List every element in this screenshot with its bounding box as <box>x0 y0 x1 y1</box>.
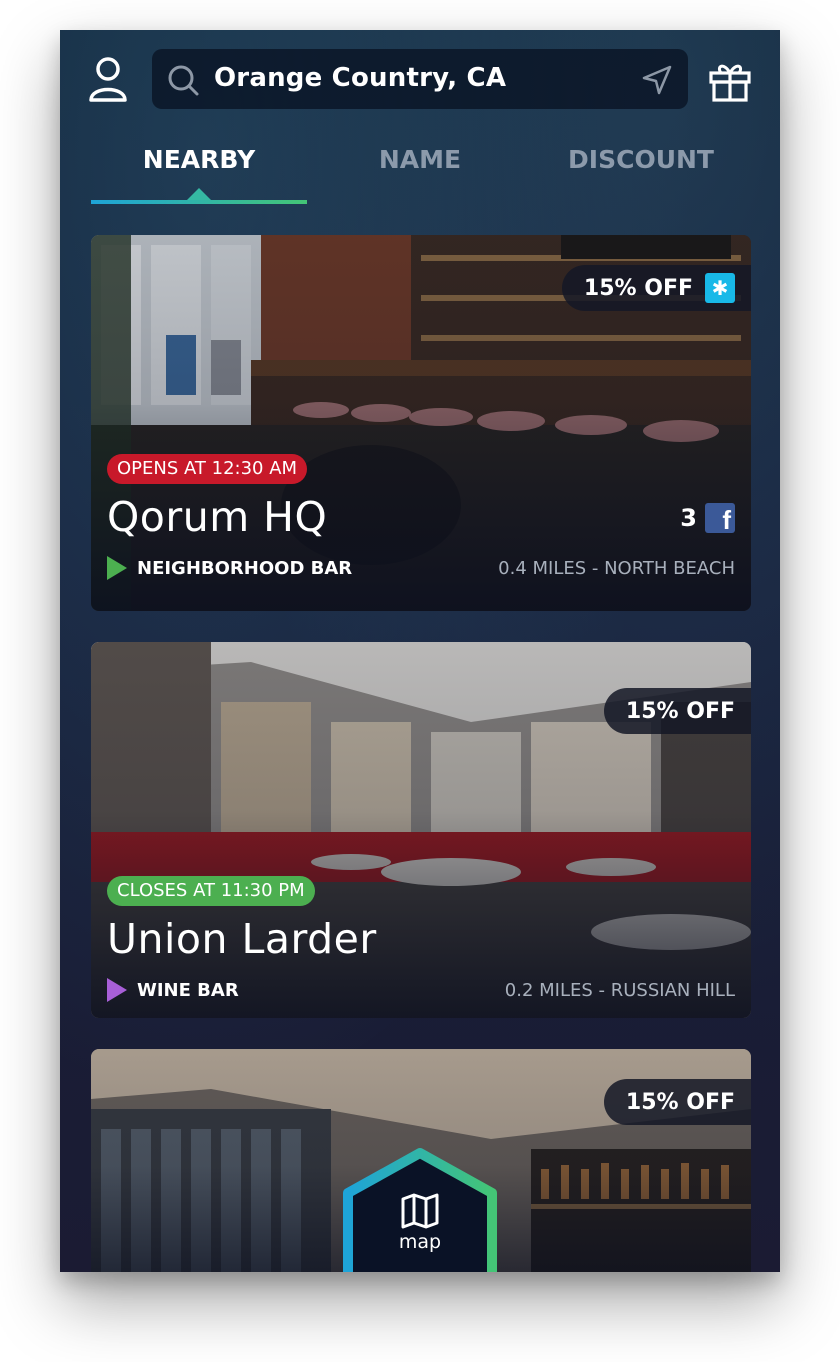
venue-type-label: NEIGHBORHOOD BAR <box>137 557 353 579</box>
search-input[interactable]: Orange Country, CA <box>214 63 506 93</box>
play-icon <box>107 556 127 580</box>
gift-icon[interactable] <box>708 60 752 102</box>
facebook-icon: f <box>705 503 735 533</box>
search-bar[interactable]: Orange Country, CA <box>152 49 688 109</box>
discount-badge: 15% OFF ✱ <box>561 265 751 311</box>
venue-name: Qorum HQ <box>107 493 328 541</box>
venue-type: NEIGHBORHOOD BAR <box>107 555 352 581</box>
tab-discount[interactable]: DISCOUNT <box>530 140 752 200</box>
discount-label: 15% OFF <box>625 698 735 724</box>
venue-type: WINE BAR <box>107 977 239 1003</box>
user-icon[interactable] <box>88 56 128 102</box>
venue-distance: 0.2 MILES - RUSSIAN HILL <box>504 980 735 1001</box>
map-button[interactable]: map <box>342 1147 498 1272</box>
venue-name: Union Larder <box>107 915 377 963</box>
venue-distance: 0.4 MILES - NORTH BEACH <box>498 558 735 579</box>
facebook-checkins: 3 f <box>680 503 735 533</box>
discount-label: 15% OFF <box>583 275 693 301</box>
facebook-count: 3 <box>680 504 697 532</box>
tab-name[interactable]: NAME <box>310 140 530 200</box>
map-icon <box>401 1193 439 1229</box>
top-bar: Orange Country, CA <box>60 30 780 140</box>
venue-card[interactable]: 15% OFF CLOSES AT 11:30 PM Union Larder … <box>91 642 751 1018</box>
snowflake-icon: ✱ <box>705 273 735 303</box>
sort-tabs: NEARBY NAME DISCOUNT <box>60 140 780 210</box>
venue-card[interactable]: 15% OFF ✱ OPENS AT 12:30 AM Qorum HQ 3 f… <box>91 235 751 611</box>
discount-label: 15% OFF <box>625 1089 735 1115</box>
status-badge: OPENS AT 12:30 AM <box>107 454 308 484</box>
play-icon <box>107 978 127 1002</box>
discount-badge: 15% OFF <box>603 1079 751 1125</box>
discount-badge: 15% OFF <box>603 688 751 734</box>
active-tab-underline <box>91 200 307 204</box>
map-button-label: map <box>398 1231 442 1253</box>
venue-type-label: WINE BAR <box>137 979 239 1001</box>
location-arrow-icon[interactable] <box>640 63 674 97</box>
app-screen: Orange Country, CA NEARBY NAME DISCOUNT <box>60 30 780 1272</box>
search-icon <box>168 65 199 96</box>
status-badge: CLOSES AT 11:30 PM <box>107 876 315 906</box>
